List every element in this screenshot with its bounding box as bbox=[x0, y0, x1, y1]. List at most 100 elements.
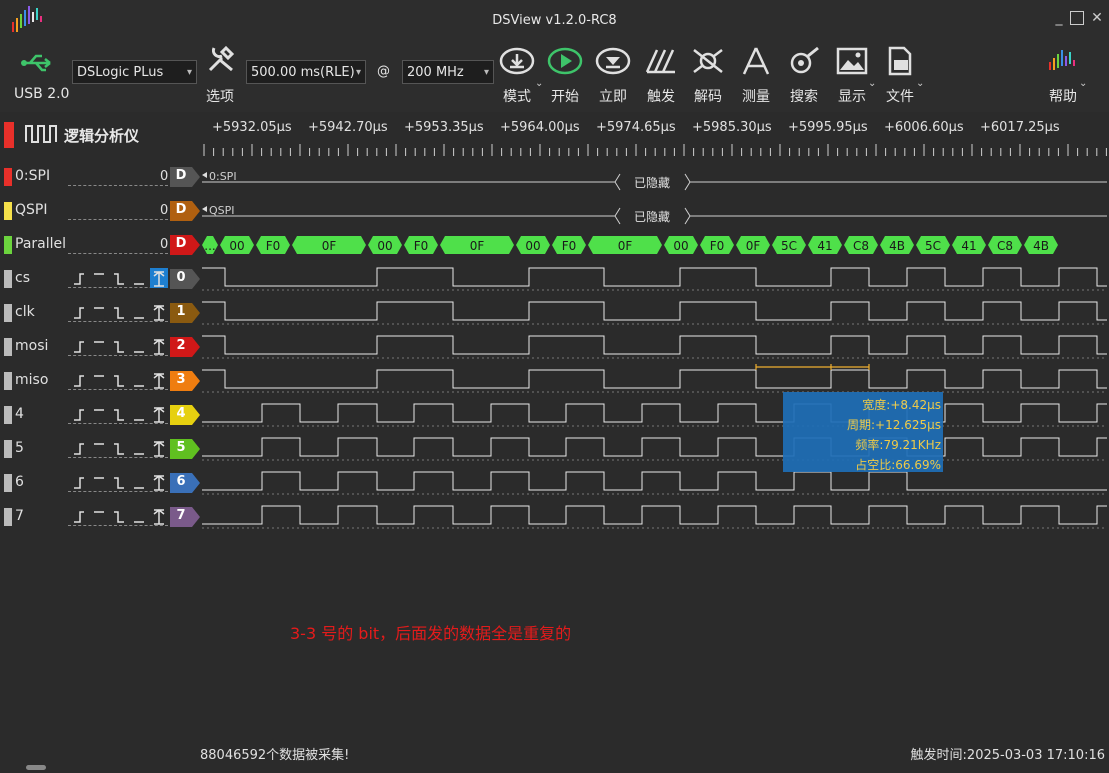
help-button[interactable]: 帮助 ⌄ bbox=[1045, 44, 1087, 106]
close-button[interactable]: ✕ bbox=[1090, 11, 1104, 25]
options-label[interactable]: 选项 bbox=[206, 86, 234, 106]
channel-name[interactable]: 6 bbox=[15, 474, 24, 490]
channel-tag[interactable]: 3 bbox=[170, 371, 200, 391]
rising-edge-icon[interactable] bbox=[74, 307, 84, 319]
channel-name[interactable]: 5 bbox=[15, 440, 24, 456]
channel-color-swatch[interactable] bbox=[4, 406, 12, 424]
channel-color-swatch[interactable] bbox=[4, 372, 12, 390]
channel-row[interactable]: 44 bbox=[0, 398, 200, 432]
any-edge-icon[interactable] bbox=[153, 339, 165, 355]
channel-color-swatch[interactable] bbox=[4, 270, 12, 288]
search-label: 搜索 bbox=[790, 89, 818, 105]
duration-select[interactable]: 500.00 ms(RLE) ▾ bbox=[246, 60, 366, 84]
channel-row[interactable]: miso 3 bbox=[0, 364, 200, 398]
rising-edge-icon[interactable] bbox=[74, 511, 84, 523]
any-edge-icon[interactable] bbox=[153, 407, 165, 423]
falling-edge-icon[interactable] bbox=[114, 307, 124, 319]
wrench-icon[interactable] bbox=[206, 44, 236, 74]
channel-color-swatch[interactable] bbox=[4, 304, 12, 322]
trigger-button[interactable]: 触发 bbox=[643, 44, 679, 106]
channel-name[interactable]: 4 bbox=[15, 406, 24, 422]
horizontal-scrollbar[interactable] bbox=[26, 765, 46, 770]
channel-name[interactable]: Parallel bbox=[15, 236, 66, 252]
trigger-type-icons[interactable] bbox=[70, 268, 168, 288]
channel-color-swatch[interactable] bbox=[4, 338, 12, 356]
any-edge-icon[interactable] bbox=[153, 305, 165, 321]
channel-name[interactable]: 7 bbox=[15, 508, 24, 524]
falling-edge-icon[interactable] bbox=[114, 443, 124, 455]
channel-color-swatch[interactable] bbox=[4, 202, 12, 220]
channel-tag[interactable]: D bbox=[170, 235, 200, 255]
channel-tag[interactable]: 4 bbox=[170, 405, 200, 425]
mode-button[interactable]: 模式 ⌄ bbox=[499, 44, 543, 106]
start-button[interactable]: 开始 bbox=[547, 44, 583, 106]
channel-name[interactable]: clk bbox=[15, 304, 35, 320]
any-edge-icon[interactable] bbox=[153, 373, 165, 389]
channel-tag-label: 0 bbox=[176, 270, 186, 285]
trigger-type-icons[interactable] bbox=[70, 506, 168, 526]
measure-button[interactable]: 测量 bbox=[738, 44, 774, 106]
file-button[interactable]: 文件 ⌄ bbox=[882, 44, 924, 106]
any-edge-icon[interactable] bbox=[153, 475, 165, 491]
channel-row[interactable]: 77 bbox=[0, 500, 200, 534]
rising-edge-icon[interactable] bbox=[74, 375, 84, 387]
channel-row[interactable]: 0:SPI 0 D bbox=[0, 160, 200, 194]
maximize-button[interactable] bbox=[1070, 11, 1084, 25]
channel-row[interactable]: clk 1 bbox=[0, 296, 200, 330]
minimize-button[interactable]: _ bbox=[1052, 11, 1066, 25]
channel-color-swatch[interactable] bbox=[4, 236, 12, 254]
channel-name[interactable]: mosi bbox=[15, 338, 48, 354]
annotation-text: 3-3 号的 bit，后面发的数据全是重复的 bbox=[290, 624, 572, 643]
channel-color-swatch[interactable] bbox=[4, 474, 12, 492]
channel-row[interactable]: QSPI 0 D bbox=[0, 194, 200, 228]
channel-name[interactable]: 0:SPI bbox=[15, 168, 50, 184]
search-button[interactable]: 搜索 bbox=[786, 44, 822, 106]
channel-tag[interactable]: 5 bbox=[170, 439, 200, 459]
rising-edge-icon[interactable] bbox=[74, 341, 84, 353]
chevron-down-icon: ⌄ bbox=[868, 78, 877, 89]
rising-edge-icon[interactable] bbox=[74, 409, 84, 421]
rate-select[interactable]: 200 MHz ▾ bbox=[402, 60, 494, 84]
channel-row[interactable]: 66 bbox=[0, 466, 200, 500]
time-ruler[interactable]: +5932.05µs +5942.70µs +5953.35µs +5964.00µs… bbox=[200, 112, 1109, 158]
channel-color-swatch[interactable] bbox=[4, 440, 12, 458]
falling-edge-icon[interactable] bbox=[114, 273, 124, 285]
trigger-type-icons[interactable] bbox=[70, 336, 168, 356]
channel-tag[interactable]: 0 bbox=[170, 269, 200, 289]
any-edge-icon[interactable] bbox=[153, 441, 165, 457]
trigger-type-icons[interactable] bbox=[70, 302, 168, 322]
rising-edge-icon[interactable] bbox=[74, 477, 84, 489]
channel-color-swatch[interactable] bbox=[4, 168, 12, 186]
display-button[interactable]: 显示 ⌄ bbox=[834, 44, 876, 106]
channel-tag[interactable]: 2 bbox=[170, 337, 200, 357]
channel-tag[interactable]: 1 bbox=[170, 303, 200, 323]
rising-edge-icon[interactable] bbox=[74, 273, 84, 285]
channel-name[interactable]: QSPI bbox=[15, 202, 47, 218]
channel-name[interactable]: miso bbox=[15, 372, 48, 388]
falling-edge-icon[interactable] bbox=[114, 375, 124, 387]
falling-edge-icon[interactable] bbox=[114, 511, 124, 523]
any-edge-icon[interactable] bbox=[153, 509, 165, 525]
rising-edge-icon[interactable] bbox=[74, 443, 84, 455]
channel-tag[interactable]: D bbox=[170, 201, 200, 221]
trigger-type-icons[interactable] bbox=[70, 438, 168, 458]
trigger-type-icons[interactable] bbox=[70, 370, 168, 390]
instant-button[interactable]: 立即 bbox=[595, 44, 631, 106]
falling-edge-icon[interactable] bbox=[114, 477, 124, 489]
trigger-type-icons[interactable] bbox=[70, 472, 168, 492]
channel-row[interactable]: 55 bbox=[0, 432, 200, 466]
falling-edge-icon[interactable] bbox=[114, 341, 124, 353]
channel-name[interactable]: cs bbox=[15, 270, 30, 286]
channel-row[interactable]: cs 0 bbox=[0, 262, 200, 296]
device-select[interactable]: DSLogic PLus ▾ bbox=[72, 60, 197, 84]
channel-tag[interactable]: D bbox=[170, 167, 200, 187]
channel-tag[interactable]: 6 bbox=[170, 473, 200, 493]
channel-row[interactable]: Parallel 0 D bbox=[0, 228, 200, 262]
waveform-area[interactable]: 0:SPI 已隐藏 QSPI 已隐藏... 00 F0 0F 00 F0 0F 00 F0 0F 00 F0… bbox=[200, 160, 1109, 540]
trigger-type-icons[interactable] bbox=[70, 404, 168, 424]
falling-edge-icon[interactable] bbox=[114, 409, 124, 421]
decode-button[interactable]: 解码 bbox=[690, 44, 726, 106]
channel-color-swatch[interactable] bbox=[4, 508, 12, 526]
channel-row[interactable]: mosi 2 bbox=[0, 330, 200, 364]
channel-tag[interactable]: 7 bbox=[170, 507, 200, 527]
